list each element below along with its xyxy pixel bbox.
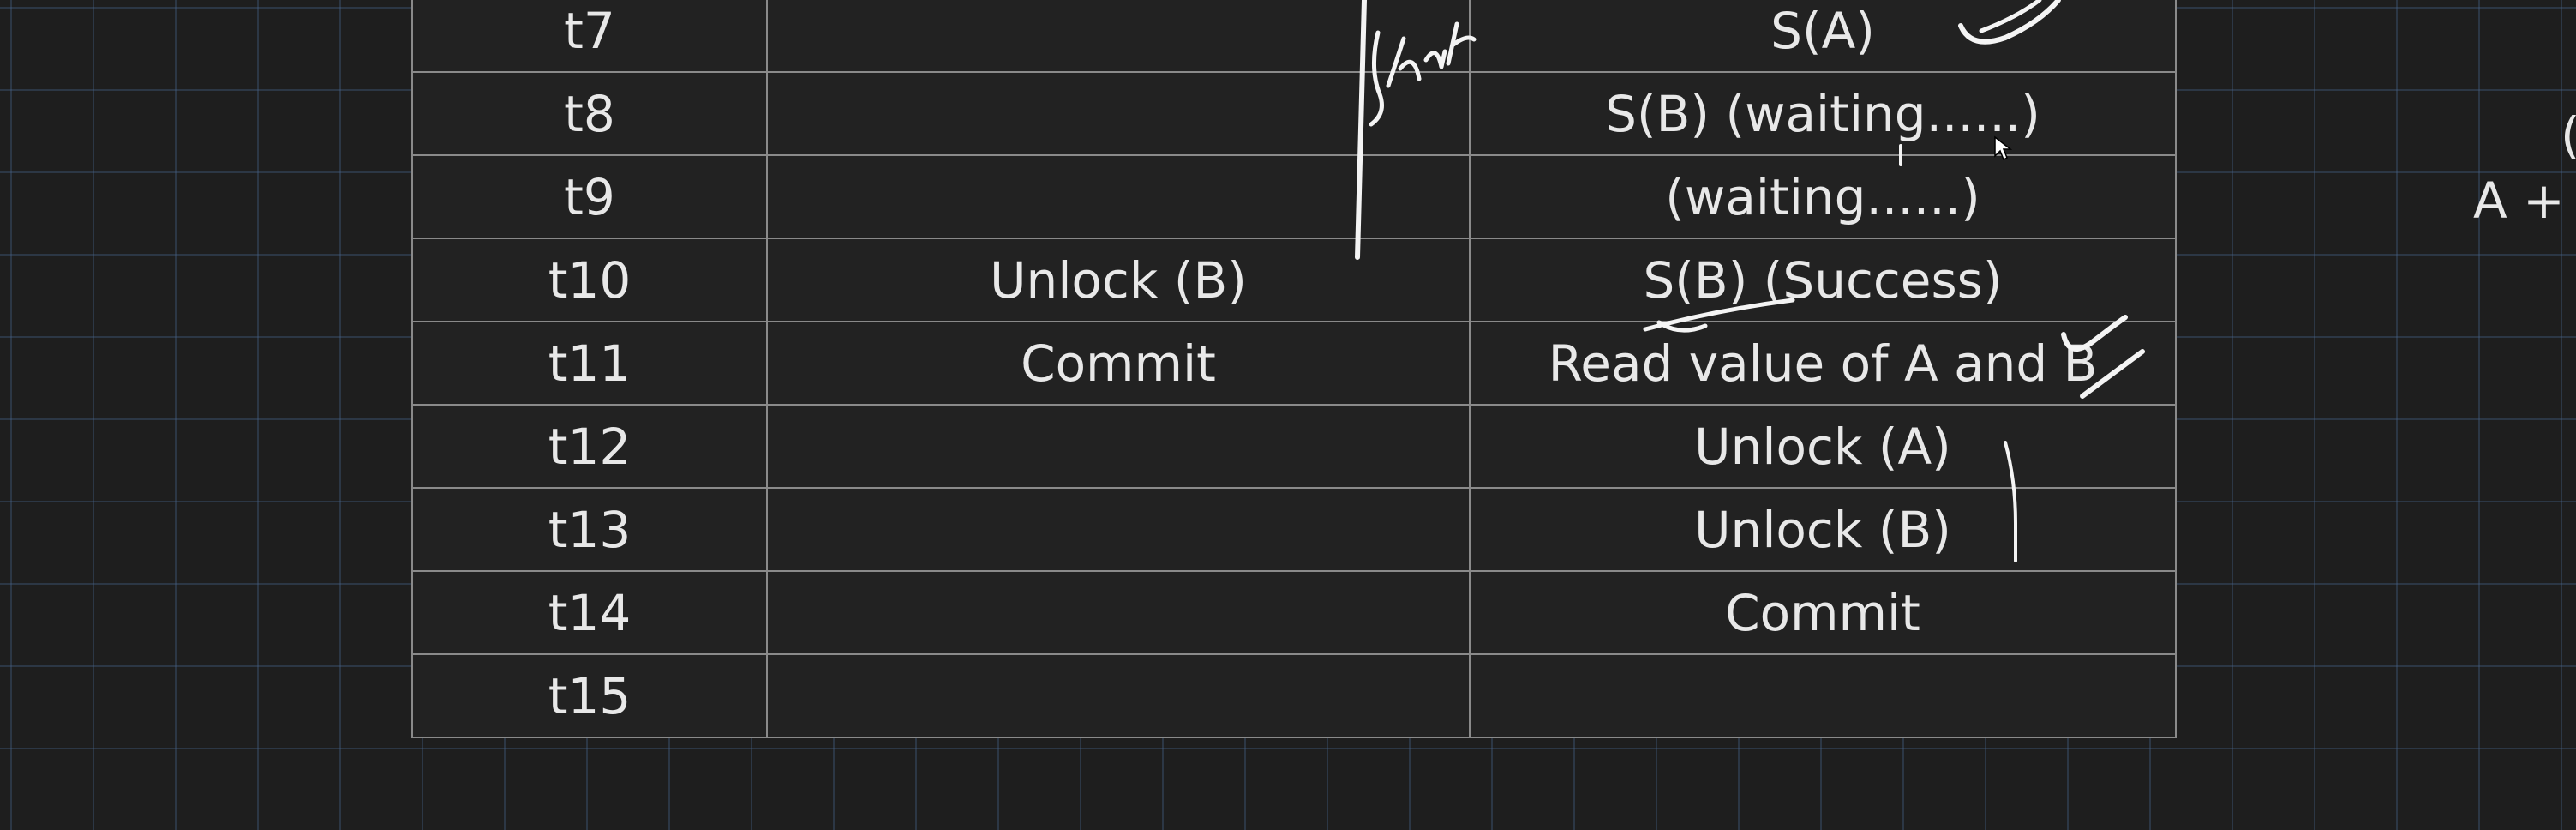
t2-cell: S(A) (1469, 0, 2177, 73)
time-cell: t11 (411, 321, 768, 406)
edge-partial-text: ( (2561, 106, 2576, 165)
t1-cell (766, 404, 1471, 489)
table-row: t9 (waiting......) (411, 154, 2177, 239)
table-row: t13 Unlock (B) (411, 487, 2177, 572)
table-row: t15 (411, 653, 2177, 738)
t1-cell (766, 154, 1471, 239)
t1-cell: Unlock (B) (766, 238, 1471, 322)
t2-cell: (waiting......) (1469, 154, 2177, 239)
edge-expression-text: A + I (2473, 171, 2576, 230)
table-row: t10 Unlock (B) S(B) (Success) (411, 238, 2177, 322)
time-cell: t15 (411, 653, 768, 738)
table-row: t12 Unlock (A) (411, 404, 2177, 489)
t1-cell (766, 71, 1471, 156)
t2-cell: S(B) (Success) (1469, 238, 2177, 322)
time-cell: t10 (411, 238, 768, 322)
mouse-cursor-icon (1994, 135, 2012, 161)
t2-cell: Read value of A and B (1469, 321, 2177, 406)
t1-cell (766, 653, 1471, 738)
t1-cell (766, 487, 1471, 572)
time-cell: t14 (411, 570, 768, 655)
time-cell: t12 (411, 404, 768, 489)
t2-cell: Unlock (B) (1469, 487, 2177, 572)
t2-cell: Commit (1469, 570, 2177, 655)
table-row: t8 S(B) (waiting......) (411, 71, 2177, 156)
t1-cell (766, 570, 1471, 655)
table-row: t7 S(A) (411, 0, 2177, 73)
table-row: t14 Commit (411, 570, 2177, 655)
time-cell: t7 (411, 0, 768, 73)
time-cell: t13 (411, 487, 768, 572)
transaction-schedule-table: t7 S(A) t8 S(B) (waiting......) t9 (wait… (411, 0, 2177, 738)
t2-cell: S(B) (waiting......) (1469, 71, 2177, 156)
time-cell: t9 (411, 154, 768, 239)
time-cell: t8 (411, 71, 768, 156)
t1-cell: Commit (766, 321, 1471, 406)
table-row: t11 Commit Read value of A and B (411, 321, 2177, 406)
t1-cell (766, 0, 1471, 73)
t2-cell (1469, 653, 2177, 738)
t2-cell: Unlock (A) (1469, 404, 2177, 489)
